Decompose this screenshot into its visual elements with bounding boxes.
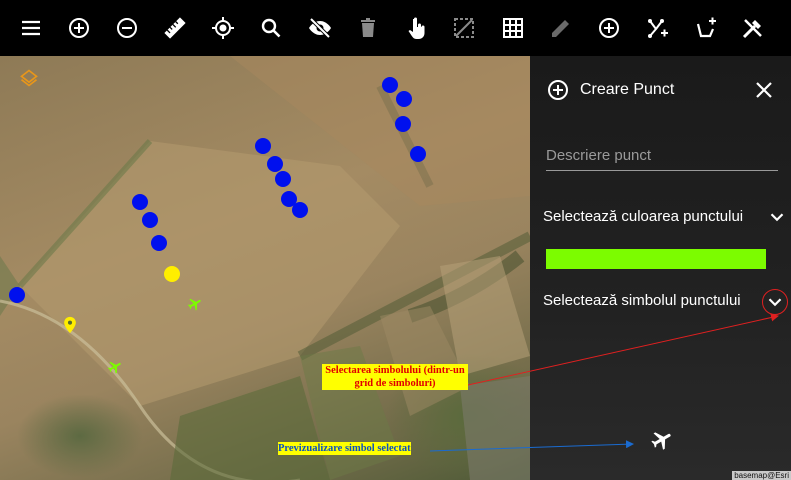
toolbar (0, 0, 791, 56)
map-point[interactable] (382, 77, 398, 93)
edit-icon[interactable] (545, 12, 577, 44)
add-circle-icon[interactable] (593, 12, 625, 44)
add-line-icon[interactable] (641, 12, 673, 44)
map-point[interactable] (142, 212, 158, 228)
color-select-label[interactable]: Selectează culoarea punctului (543, 208, 743, 225)
select-area-icon[interactable] (448, 12, 480, 44)
airplane-icon[interactable] (107, 359, 123, 375)
color-swatch[interactable] (546, 249, 766, 269)
map-point[interactable] (9, 287, 25, 303)
ruler-icon[interactable] (159, 12, 191, 44)
map-point[interactable] (255, 138, 271, 154)
description-input[interactable] (546, 140, 778, 171)
map-point[interactable] (267, 156, 283, 172)
map-point[interactable] (275, 171, 291, 187)
add-polygon-icon[interactable] (689, 12, 721, 44)
airplane-icon[interactable] (187, 296, 203, 312)
zoom-out-icon[interactable] (111, 12, 143, 44)
map-point[interactable] (151, 235, 167, 251)
highlight-circle (762, 289, 788, 315)
layers-icon[interactable] (19, 68, 39, 88)
touch-icon[interactable] (400, 12, 432, 44)
symbol-grid-note: Selectarea simbolului (dintr-un grid de … (322, 364, 468, 390)
map-point[interactable] (396, 91, 412, 107)
map-view[interactable] (0, 56, 530, 480)
grid-icon[interactable] (497, 12, 529, 44)
zoom-in-icon[interactable] (63, 12, 95, 44)
map-point[interactable] (132, 194, 148, 210)
panel-title: Creare Punct (580, 81, 675, 98)
satellite-imagery (0, 56, 530, 480)
add-circle-icon (546, 78, 570, 102)
search-icon[interactable] (255, 12, 287, 44)
create-point-panel: Creare Punct Selectează culoarea punctul… (530, 56, 791, 480)
tools-icon[interactable] (737, 12, 769, 44)
map-point[interactable] (410, 146, 426, 162)
visibility-off-icon[interactable] (304, 12, 336, 44)
delete-icon[interactable] (352, 12, 384, 44)
map-point[interactable] (292, 202, 308, 218)
location-pin-icon[interactable] (63, 316, 77, 334)
chevron-down-icon[interactable] (766, 206, 788, 228)
attribution: basemap@Esri (732, 471, 791, 480)
airplane-icon (650, 428, 674, 452)
close-icon[interactable] (752, 78, 776, 102)
map-point[interactable] (395, 116, 411, 132)
menu-icon[interactable] (15, 12, 47, 44)
map-point-yellow[interactable] (164, 266, 180, 282)
preview-note: Previzualizare simbol selectat (278, 442, 411, 455)
symbol-select-label[interactable]: Selectează simbolul punctului (543, 292, 741, 309)
locate-icon[interactable] (207, 12, 239, 44)
